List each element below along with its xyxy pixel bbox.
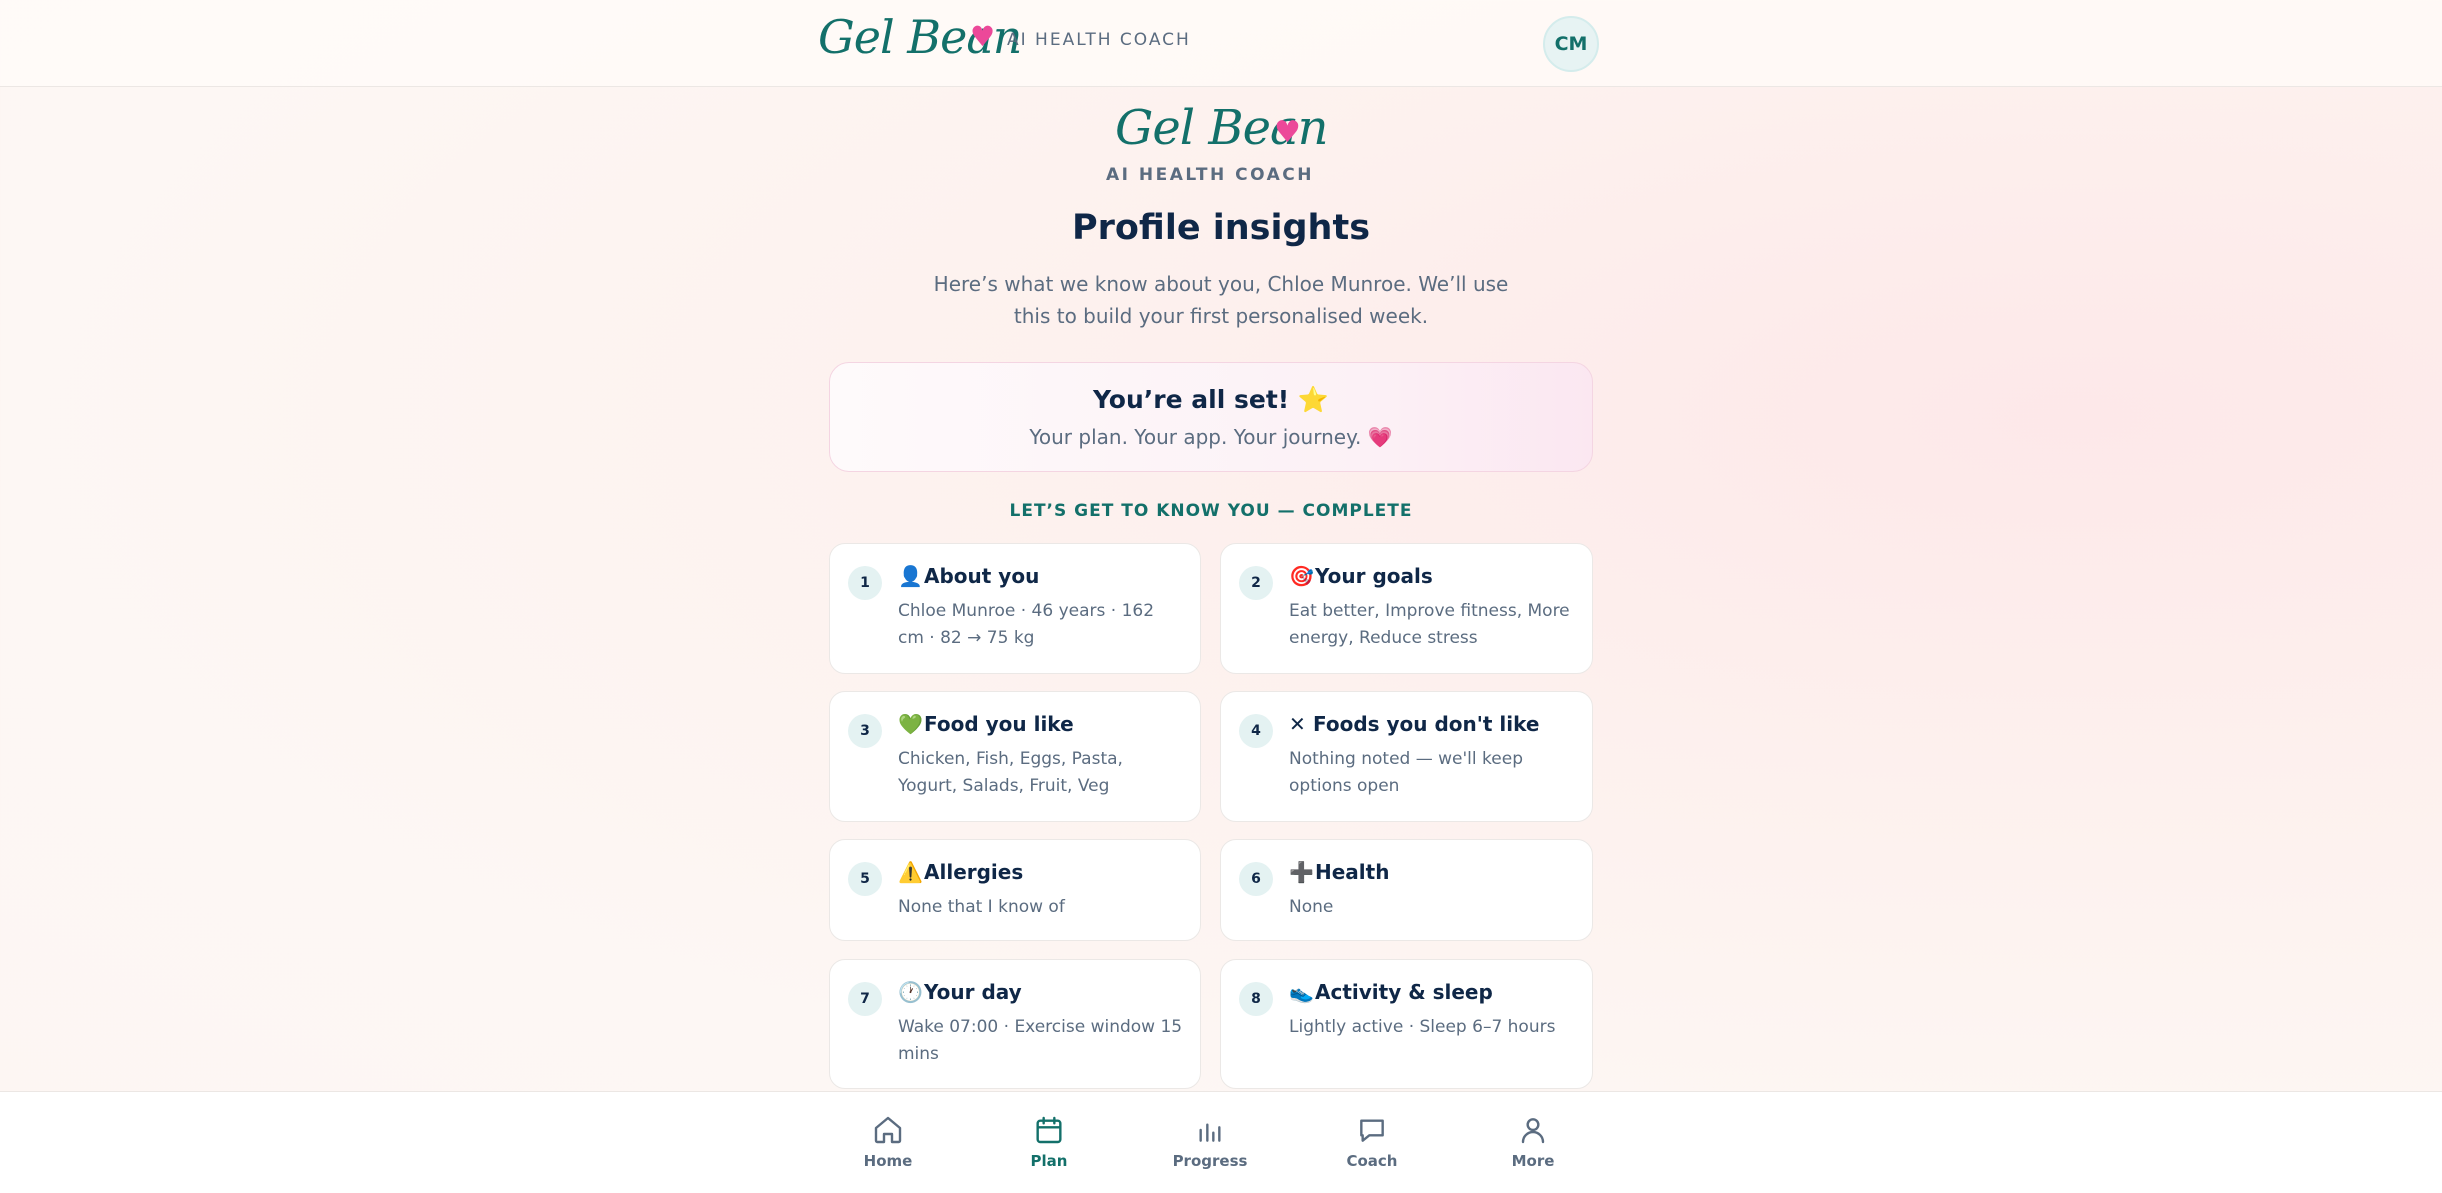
card-title-row: 🎯Your goals xyxy=(1289,564,1433,588)
plus-icon: ➕ xyxy=(1289,860,1314,884)
warning-icon: ⚠️ xyxy=(898,860,923,884)
sneaker-icon: 👟 xyxy=(1289,980,1314,1004)
nav-plan[interactable]: Plan xyxy=(994,1114,1104,1170)
card-text: None that I know of xyxy=(898,897,1065,917)
nav-label: Plan xyxy=(1030,1152,1068,1170)
step-number: 7 xyxy=(848,982,882,1016)
card-foods-dont-like[interactable]: 4 ✕ Foods you don't like Nothing noted — … xyxy=(1220,691,1593,822)
card-title-row: 💚Food you like xyxy=(898,712,1074,736)
home-icon xyxy=(874,1116,902,1144)
user-icon xyxy=(1521,1118,1545,1144)
all-set-banner: You’re all set! ⭐ Your plan. Your app. Y… xyxy=(829,362,1593,472)
hero-tagline: AI HEALTH COACH xyxy=(1106,165,1314,185)
bar-chart-icon xyxy=(1199,1123,1221,1142)
banner-subtitle: Your plan. Your app. Your journey. 💗 xyxy=(1029,425,1393,449)
card-text: Wake 07:00 · Exercise window 15 mins xyxy=(898,1017,1183,1064)
nav-label: More xyxy=(1511,1152,1555,1170)
card-text: Chloe Munroe · 46 years · 162 cm · 82 → … xyxy=(898,601,1155,648)
nav-home[interactable]: Home xyxy=(833,1114,943,1170)
card-text: Lightly active · Sleep 6–7 hours xyxy=(1289,1017,1556,1037)
heart-icon: ♥ xyxy=(970,20,996,53)
card-title: Food you like xyxy=(924,712,1074,736)
section-label: LET’S GET TO KNOW YOU — COMPLETE xyxy=(1009,501,1413,521)
nav-more[interactable]: More xyxy=(1478,1114,1588,1170)
card-title-row: 👤About you xyxy=(898,564,1039,588)
card-allergies[interactable]: 5 ⚠️Allergies None that I know of xyxy=(829,839,1201,941)
card-title: Your day xyxy=(924,980,1022,1004)
step-number: 2 xyxy=(1239,566,1273,600)
card-about-you[interactable]: 1 👤About you Chloe Munroe · 46 years · 1… xyxy=(829,543,1201,674)
nav-label: Progress xyxy=(1172,1152,1248,1170)
card-text: Eat better, Improve fitness, More energy… xyxy=(1289,601,1570,648)
step-number: 4 xyxy=(1239,714,1273,748)
card-title: Activity & sleep xyxy=(1315,980,1493,1004)
brand-tagline: AI HEALTH COACH xyxy=(1007,30,1191,50)
card-your-day[interactable]: 7 🕐Your day Wake 07:00 · Exercise window… xyxy=(829,959,1201,1089)
card-activity-sleep[interactable]: 8 👟Activity & sleep Lightly active · Sle… xyxy=(1220,959,1593,1089)
card-text: Chicken, Fish, Eggs, Pasta, Yogurt, Sala… xyxy=(898,749,1123,796)
nav-coach[interactable]: Coach xyxy=(1317,1114,1427,1170)
nav-progress[interactable]: Progress xyxy=(1155,1114,1265,1170)
target-icon: 🎯 xyxy=(1289,564,1314,588)
card-title-row: 🕐Your day xyxy=(898,980,1022,1004)
card-title-row: ➕Health xyxy=(1289,860,1389,884)
card-text: None xyxy=(1289,897,1334,917)
nav-label: Coach xyxy=(1346,1152,1398,1170)
page-title: Profile insights xyxy=(1071,208,1371,248)
card-health[interactable]: 6 ➕Health None xyxy=(1220,839,1593,941)
calendar-icon xyxy=(1036,1116,1062,1144)
step-number: 6 xyxy=(1239,862,1273,896)
card-title: Foods you don't like xyxy=(1313,712,1540,736)
card-title-row: ⚠️Allergies xyxy=(898,860,1023,884)
card-your-goals[interactable]: 2 🎯Your goals Eat better, Improve fitnes… xyxy=(1220,543,1593,674)
green-heart-icon: 💚 xyxy=(898,712,923,736)
card-title: Your goals xyxy=(1315,564,1433,588)
user-avatar[interactable]: CM xyxy=(1543,16,1599,72)
bottom-nav: Home Plan Progress Coach More xyxy=(0,1091,2442,1193)
card-food-you-like[interactable]: 3 💚Food you like Chicken, Fish, Eggs, Pa… xyxy=(829,691,1201,822)
banner-title: You’re all set! ⭐ xyxy=(1093,385,1329,414)
clock-icon: 🕐 xyxy=(898,980,923,1004)
top-bar: Gel Bean ♥ AI HEALTH COACH CM xyxy=(0,0,2442,87)
step-number: 3 xyxy=(848,714,882,748)
step-number: 8 xyxy=(1239,982,1273,1016)
cross-icon: ✕ xyxy=(1289,712,1306,736)
step-number: 5 xyxy=(848,862,882,896)
chat-icon xyxy=(1360,1119,1384,1142)
card-title-row: ✕ Foods you don't like xyxy=(1289,712,1539,736)
nav-label: Home xyxy=(863,1152,913,1170)
person-icon: 👤 xyxy=(898,564,923,588)
card-title: Health xyxy=(1315,860,1390,884)
card-title: About you xyxy=(924,564,1040,588)
card-title: Allergies xyxy=(924,860,1024,884)
page-subtitle: Here’s what we know about you, Chloe Mun… xyxy=(933,272,1509,328)
card-text: Nothing noted — we'll keep options open xyxy=(1289,749,1523,796)
card-title-row: 👟Activity & sleep xyxy=(1289,980,1493,1004)
step-number: 1 xyxy=(848,566,882,600)
heart-icon: ♥ xyxy=(1274,115,1301,150)
